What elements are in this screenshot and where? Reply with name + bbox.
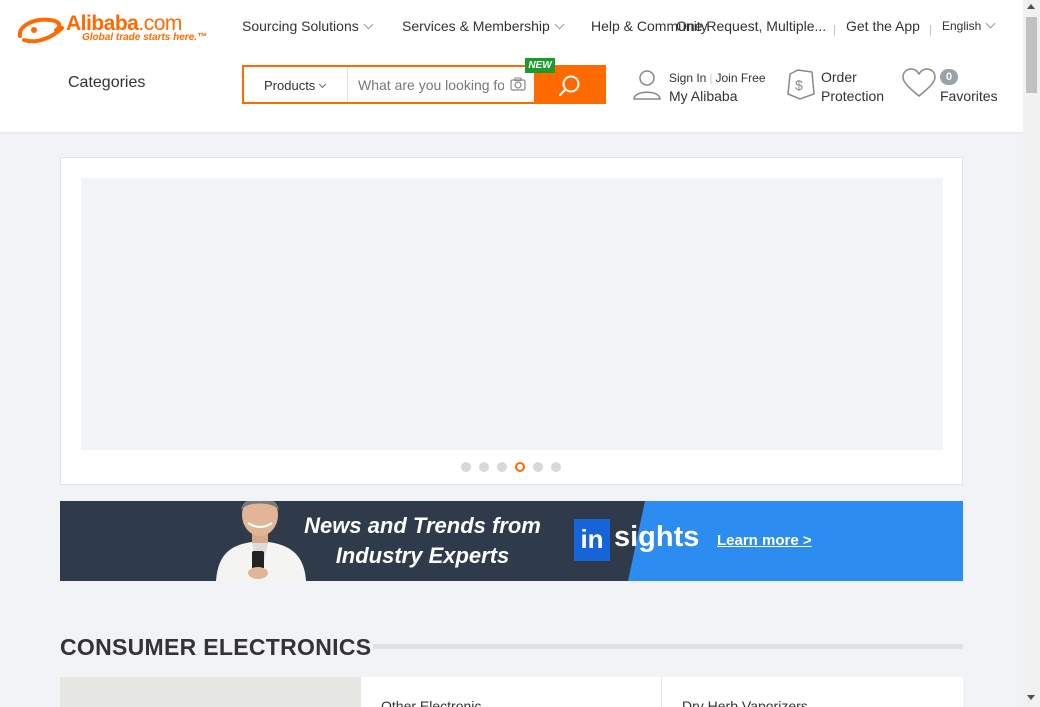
nav-one-request[interactable]: One Request, Multiple... <box>676 18 826 38</box>
search-input[interactable] <box>358 74 504 96</box>
carousel-slide[interactable] <box>81 178 943 450</box>
scroll-up-arrow-icon[interactable] <box>1027 4 1035 9</box>
section-title: CONSUMER ELECTRONICS <box>60 634 372 660</box>
camera-icon[interactable] <box>510 77 526 91</box>
alibaba-smile-icon <box>17 17 64 44</box>
scrollbar-thumb[interactable] <box>1026 17 1037 93</box>
alibaba-logo[interactable]: Alibaba.com Global trade starts here.™ <box>16 12 208 46</box>
search-icon <box>558 75 580 97</box>
insights-logo-text: sights <box>614 521 700 553</box>
favorites-count: 0 <box>940 69 958 85</box>
join-free-link[interactable]: Join Free <box>715 71 765 85</box>
search-type-selector[interactable]: Products <box>244 67 348 102</box>
user-account[interactable]: Sign In | Join Free My Alibaba <box>632 68 766 105</box>
my-alibaba-link[interactable]: My Alibaba <box>669 88 737 104</box>
order-protection[interactable]: $ Order Protection <box>786 68 884 105</box>
logo-tagline: Global trade starts here.™ <box>82 32 208 43</box>
category-card[interactable]: Other Electronic <box>360 677 661 707</box>
nav-sourcing-solutions[interactable]: Sourcing Solutions <box>242 18 374 38</box>
nav-app-label: Get the App <box>846 18 920 34</box>
category-card-label: Other Electronic <box>381 698 482 707</box>
header: Alibaba.com Global trade starts here.™ S… <box>0 0 1023 132</box>
carousel-dot[interactable] <box>551 462 561 472</box>
nav-divider: | <box>833 24 836 36</box>
nav-sourcing-label: Sourcing Solutions <box>242 18 359 34</box>
sign-in-link[interactable]: Sign In <box>669 71 706 85</box>
carousel-dot[interactable] <box>497 462 507 472</box>
hero-carousel <box>60 157 963 485</box>
language-selector[interactable]: English <box>942 18 996 39</box>
category-image[interactable] <box>60 677 360 707</box>
order-label: Order <box>821 69 857 85</box>
insights-banner[interactable]: News and Trends from Industry Experts in… <box>60 501 963 581</box>
carousel-dot[interactable] <box>461 462 471 472</box>
nav-get-the-app[interactable]: Get the App <box>846 18 920 38</box>
chevron-down-icon <box>319 80 327 89</box>
chevron-down-icon <box>985 18 996 29</box>
insights-logo-mark: in <box>574 519 610 561</box>
category-card[interactable]: Dry Herb Vaporizers <box>661 677 963 707</box>
nav-divider: | <box>929 24 932 36</box>
learn-more-link[interactable]: Learn more > <box>717 532 812 549</box>
scroll-down-arrow-icon[interactable] <box>1027 695 1035 700</box>
new-badge: NEW <box>525 58 555 73</box>
carousel-dot[interactable] <box>479 462 489 472</box>
businessman-image <box>216 501 306 581</box>
shield-dollar-icon: $ <box>787 69 815 100</box>
user-icon <box>633 70 661 100</box>
page-scrollbar[interactable] <box>1023 0 1040 707</box>
protection-label: Protection <box>821 88 885 104</box>
section-divider <box>373 644 963 649</box>
carousel-dot[interactable] <box>515 462 525 472</box>
nav-services-membership[interactable]: Services & Membership <box>402 18 565 38</box>
categories-menu[interactable]: Categories <box>68 74 145 92</box>
language-label: English <box>942 19 982 33</box>
favorites[interactable]: 0 Favorites <box>902 68 998 104</box>
nav-one-request-label: One Request, Multiple... <box>676 18 827 34</box>
favorites-label: Favorites <box>940 88 998 104</box>
insights-headline: News and Trends from Industry Experts <box>304 513 541 568</box>
heart-icon <box>902 68 936 97</box>
chevron-down-icon <box>363 19 374 30</box>
chevron-down-icon <box>554 19 565 30</box>
category-cards: Other Electronic Dry Herb Vaporizers <box>60 677 963 707</box>
category-card-label: Dry Herb Vaporizers <box>682 698 808 707</box>
svg-text:$: $ <box>795 77 803 93</box>
nav-services-label: Services & Membership <box>402 18 550 34</box>
sign-in-row: Sign In | Join Free <box>669 71 766 85</box>
search-type-label: Products <box>264 78 316 93</box>
carousel-dot[interactable] <box>533 462 543 472</box>
